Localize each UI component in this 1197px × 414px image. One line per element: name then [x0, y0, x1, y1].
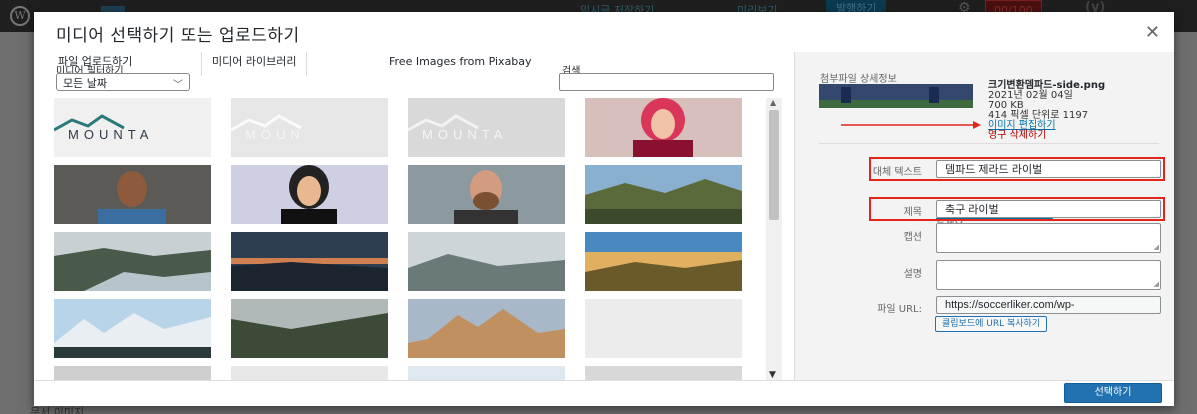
tab-media-library[interactable]: 미디어 라이브러리 — [201, 52, 308, 76]
media-thumb-forest-valley[interactable] — [231, 299, 388, 358]
media-modal: 미디어 선택하기 또는 업로드하기 ✕ 파일 업로드하기 미디어 라이브러리 F… — [34, 12, 1174, 406]
media-thumb-rocky-peaks[interactable] — [408, 299, 565, 358]
date-filter-select[interactable]: 모든 날짜 ﹀ — [56, 73, 190, 91]
title-label: 제목 — [903, 207, 922, 218]
copy-url-button[interactable]: 클립보드에 URL 복사하기 — [935, 316, 1048, 332]
delete-permanently-link[interactable]: 영구 삭제하기 — [988, 131, 1105, 141]
media-thumb-portrait-bearded-man[interactable] — [408, 165, 565, 224]
media-thumb-landscape-river[interactable] — [54, 232, 211, 291]
media-thumb-portrait-red-hair[interactable] — [585, 98, 742, 157]
media-thumb-landscape-dusk[interactable] — [231, 232, 388, 291]
scroll-up-icon[interactable]: ▲ — [770, 98, 776, 107]
media-thumb-snowy-peaks[interactable] — [54, 299, 211, 358]
mountain-logo-text: MOUNTA — [422, 127, 508, 142]
media-thumb-landscape-haze[interactable] — [408, 232, 565, 291]
select-button[interactable]: 선택하기 — [1064, 383, 1162, 403]
media-grid: MOUNTA MOUN MOUNTA — [54, 98, 764, 380]
attachment-details-sidebar: 첨부파일 상세정보 크기변환뎀파드-side.png 2021년 02월 04일… — [794, 52, 1174, 380]
media-thumb-mountain-logo[interactable]: MOUNTA — [54, 98, 211, 157]
scroll-down-icon[interactable]: ▼ — [769, 370, 776, 380]
description-textarea[interactable]: ◢ — [936, 260, 1161, 290]
caption-label: 캡션 — [903, 232, 922, 243]
media-thumb-partial[interactable] — [408, 366, 565, 380]
alt-text-label: 대체 텍스트 — [872, 167, 922, 178]
attachment-info: 크기변환뎀파드-side.png 2021년 02월 04일 700 KB 41… — [988, 81, 1105, 141]
modal-title: 미디어 선택하기 또는 업로드하기 — [56, 26, 300, 46]
mountain-logo-text: MOUNTA — [68, 127, 154, 142]
media-thumb-landscape-golden[interactable] — [585, 232, 742, 291]
description-label: 설명 — [903, 269, 922, 280]
media-thumb-portrait-man[interactable] — [54, 165, 211, 224]
title-input[interactable] — [936, 200, 1161, 218]
media-thumb-portrait-woman[interactable] — [231, 165, 388, 224]
modal-footer: 선택하기 — [34, 380, 1174, 406]
file-url-input[interactable] — [936, 296, 1161, 314]
tab-pixabay[interactable]: Free Images from Pixabay — [379, 52, 542, 76]
media-thumb-blank[interactable] — [585, 299, 742, 358]
media-thumb-mountain-logo-gray[interactable]: MOUNTA — [408, 98, 565, 157]
wordpress-logo-icon: W — [10, 6, 30, 26]
resize-grip-icon[interactable]: ◢ — [1154, 280, 1159, 288]
media-thumb-mountain-logo-faded[interactable]: MOUN — [231, 98, 388, 157]
annotation-arrow — [841, 121, 981, 129]
media-thumb-landscape-sunset[interactable] — [585, 165, 742, 224]
divider — [819, 143, 1159, 144]
media-thumb-partial[interactable] — [54, 366, 211, 380]
file-url-label: 파일 URL: — [877, 304, 922, 315]
attachment-details-heading: 첨부파일 상세정보 — [820, 74, 897, 85]
media-thumb-partial[interactable] — [585, 366, 742, 380]
scrollbar-thumb[interactable] — [769, 110, 779, 220]
alt-text-input[interactable] — [936, 160, 1161, 178]
chevron-down-icon: ﹀ — [173, 80, 183, 91]
search-input[interactable] — [559, 73, 774, 91]
mountain-logo-text: MOUN — [245, 127, 305, 142]
attachment-thumbnail — [819, 84, 973, 108]
media-thumb-partial[interactable] — [231, 366, 388, 380]
date-filter-value: 모든 날짜 — [63, 77, 107, 90]
caption-textarea[interactable]: ◢ — [936, 223, 1161, 253]
resize-grip-icon[interactable]: ◢ — [1154, 243, 1159, 251]
close-icon[interactable]: ✕ — [1145, 22, 1160, 43]
media-grid-scrollbar[interactable]: ▲ ▼ — [766, 98, 782, 380]
